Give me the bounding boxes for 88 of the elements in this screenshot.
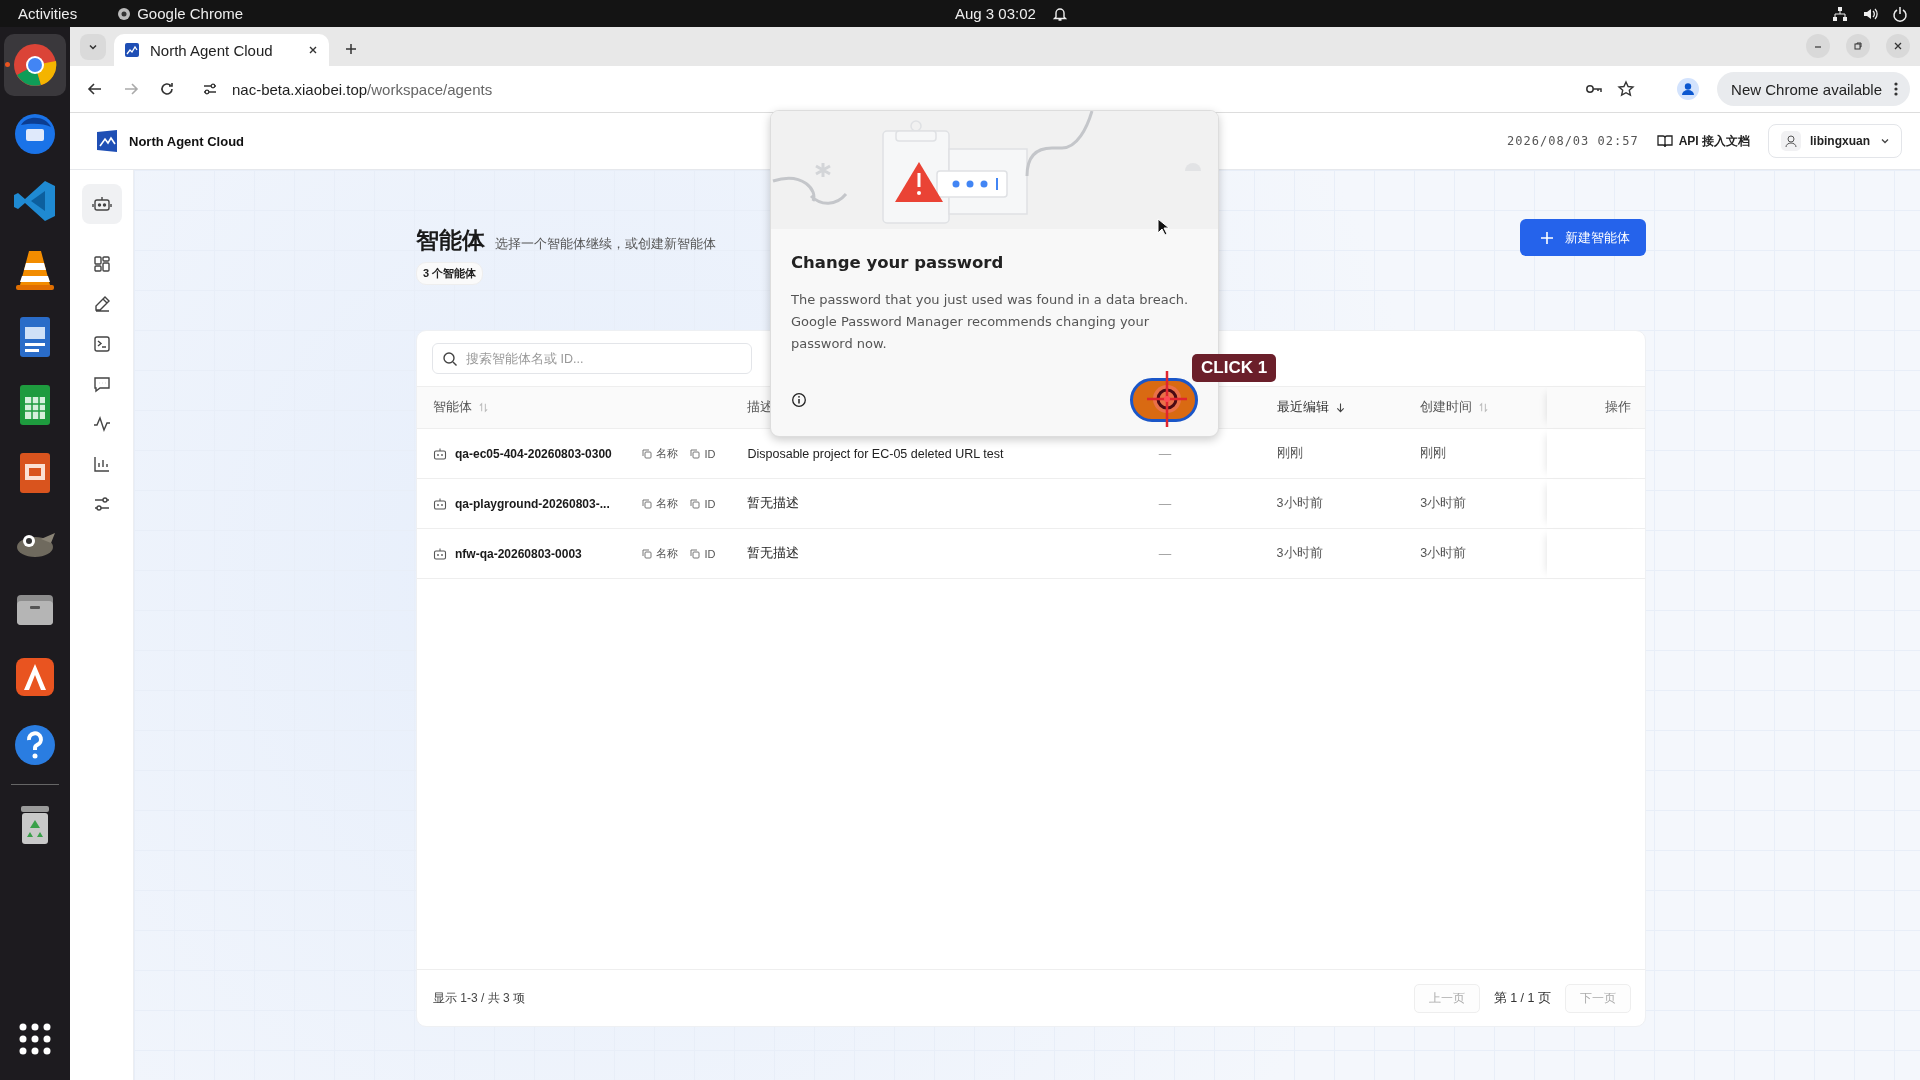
page-indicator: 第 1 / 1 页: [1493, 989, 1551, 1007]
column-header[interactable]: 创建时间: [1420, 399, 1473, 416]
dialog-title: Change your password: [791, 253, 1005, 272]
date-time: 2026/08/03 02:57: [1507, 134, 1639, 148]
click-target-marker-icon: [1147, 369, 1187, 429]
close-icon[interactable]: [307, 44, 319, 56]
dock-app-icon[interactable]: [4, 34, 66, 96]
copy-name-button[interactable]: 名称: [640, 446, 681, 461]
info-icon[interactable]: [791, 392, 807, 408]
copy-id-button[interactable]: ID: [688, 447, 718, 460]
robot-icon: [91, 194, 112, 214]
site-settings-icon[interactable]: [202, 81, 218, 97]
table-cell: 刚刚: [1420, 445, 1447, 462]
restore-button[interactable]: [1846, 34, 1870, 58]
plus-icon: [1540, 230, 1554, 245]
close-window-button[interactable]: [1886, 34, 1910, 58]
terminal-icon: [91, 334, 112, 354]
chat-icon: [91, 374, 112, 394]
copy-name-button[interactable]: 名称: [640, 496, 681, 511]
table-cell: 暂无描述: [747, 495, 800, 512]
activities-button[interactable]: Activities: [18, 5, 78, 22]
copy-icon: [642, 448, 653, 459]
table-cell: Disposable project for EC-05 deleted URL test: [747, 446, 1004, 461]
user-icon: [1781, 131, 1801, 151]
pagination-summary: 显示 1-3 / 共 3 项: [433, 989, 526, 1007]
star-icon[interactable]: [1617, 80, 1636, 98]
copy-icon: [690, 448, 701, 459]
search-icon: [442, 350, 458, 367]
dashboard-icon: [91, 254, 112, 274]
copy-id-button[interactable]: ID: [688, 497, 718, 510]
reload-icon[interactable]: [158, 80, 176, 98]
mouse-cursor-icon: [1157, 218, 1169, 236]
api-docs-link[interactable]: API 接入文档: [1656, 132, 1750, 150]
app-logo-icon: [124, 42, 140, 58]
agent-name[interactable]: nfw-qa-20260803-0003: [455, 546, 582, 561]
table-cell-text: —: [1157, 446, 1172, 461]
browser-tab[interactable]: North Agent Cloud: [114, 34, 329, 66]
more-icon: [1894, 81, 1898, 97]
close-icon: [1892, 40, 1904, 52]
column-header[interactable]: 智能体: [433, 399, 472, 416]
network-icon[interactable]: [1832, 5, 1848, 22]
robot-icon: [433, 446, 447, 461]
copy-icon: [690, 498, 701, 509]
url-text: nac-beta.xiaobei.top/workspace/agents: [232, 80, 493, 98]
tab-title: North Agent Cloud: [150, 41, 274, 59]
user-menu-button[interactable]: libingxuan: [1768, 124, 1902, 158]
robot-icon: [433, 546, 447, 561]
copy-icon: [642, 548, 653, 559]
update-button[interactable]: New Chrome available: [1717, 72, 1910, 106]
copy-icon: [642, 498, 653, 509]
table-cell: 刚刚: [1276, 445, 1303, 462]
page-subtitle: 选择一个智能体继续，或创建新智能体: [495, 236, 716, 253]
copy-id-button[interactable]: ID: [688, 547, 718, 560]
table-cell: 3小时前: [1420, 545, 1467, 562]
new-agent-button[interactable]: 新建智能体: [1520, 219, 1646, 256]
agent-name[interactable]: qa-playground-20260803-...: [455, 496, 610, 511]
agent-name[interactable]: qa-ec05-404-20260803-0300: [455, 446, 612, 461]
new-tab-icon[interactable]: [343, 41, 359, 57]
column-header[interactable]: 操作: [1605, 399, 1631, 416]
table-cell: 3小时前: [1276, 545, 1323, 562]
table-cell: 3小时前: [1420, 495, 1467, 512]
agent-count-badge: 3 个智能体: [416, 262, 484, 285]
app-menu[interactable]: Google Chrome: [117, 5, 244, 22]
chrome-icon: [117, 6, 132, 21]
table-cell-text: —: [1157, 496, 1172, 511]
click-annotation: CLICK 1: [1192, 354, 1277, 382]
copy-icon: [690, 548, 701, 559]
table-cell-text: —: [1157, 546, 1172, 561]
column-header[interactable]: 最近编辑: [1276, 399, 1329, 416]
activity-icon: [91, 414, 112, 434]
table-cell: 3小时前: [1276, 495, 1323, 512]
brand-name: North Agent Cloud: [129, 133, 245, 149]
bell-icon[interactable]: [1052, 5, 1068, 22]
sidebar-item[interactable]: [81, 184, 122, 224]
book-icon: [1656, 133, 1673, 149]
search-field[interactable]: 搜索智能体名或 ID...: [432, 343, 752, 374]
table-cell: 暂无描述: [747, 545, 800, 562]
robot-icon: [433, 496, 447, 511]
copy-name-button[interactable]: 名称: [640, 546, 681, 561]
app-logo-icon: [95, 129, 119, 153]
restore-icon: [1852, 40, 1864, 52]
power-icon[interactable]: [1892, 5, 1908, 22]
clock[interactable]: Aug 3 03:02: [955, 5, 1036, 22]
profile-avatar-icon[interactable]: [1677, 78, 1700, 100]
sort-descending-icon[interactable]: [1334, 402, 1346, 413]
dialog-message: The password that you just used was found in a data breach. Google Password Manager recommends changing your password now.: [791, 291, 1190, 353]
page-title: 智能体: [416, 226, 485, 255]
bar-chart-icon: [91, 454, 112, 474]
